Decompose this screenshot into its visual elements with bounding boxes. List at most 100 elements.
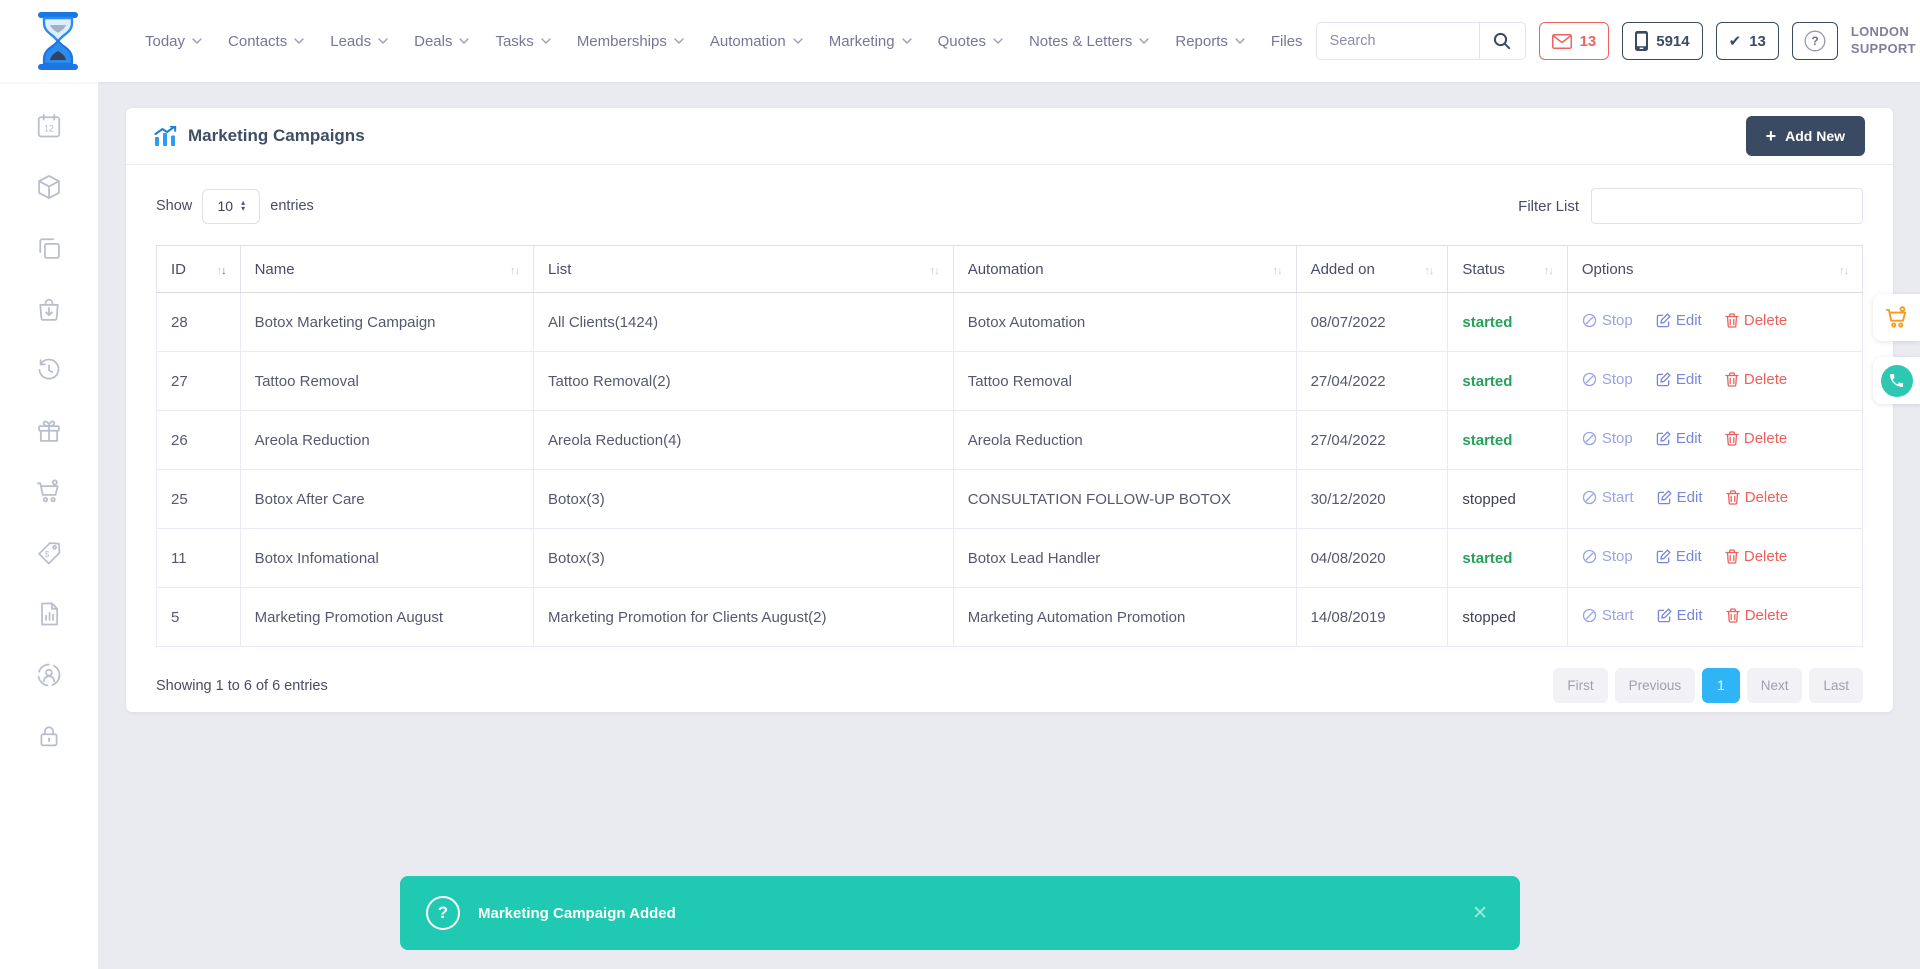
pagination-previous-button[interactable]: Previous <box>1615 668 1696 703</box>
cell-id: 26 <box>157 411 241 470</box>
table-row: 25 Botox After Care Botox(3) CONSULTATIO… <box>157 470 1863 529</box>
pagination-page-1-button[interactable]: 1 <box>1702 668 1740 703</box>
edit-icon <box>1656 372 1671 387</box>
cart-quick-access-button[interactable] <box>1873 294 1920 341</box>
stop-start-button[interactable]: Stop <box>1582 371 1633 388</box>
add-new-button[interactable]: + Add New <box>1746 116 1865 156</box>
sidebar-item-history[interactable] <box>35 356 63 384</box>
edit-button[interactable]: Edit <box>1657 607 1703 624</box>
sidebar-item-reports[interactable] <box>35 600 63 628</box>
cell-automation: CONSULTATION FOLLOW-UP BOTOX <box>953 470 1296 529</box>
nav-item-today[interactable]: Today <box>132 33 215 50</box>
close-icon[interactable]: ✕ <box>1466 901 1494 926</box>
cube-icon <box>35 173 63 201</box>
help-circle-icon: ? <box>1804 30 1826 52</box>
nav-item-reports[interactable]: Reports <box>1162 33 1258 50</box>
nav-item-leads[interactable]: Leads <box>317 33 401 50</box>
cell-id: 5 <box>157 588 241 647</box>
nav-item-memberships[interactable]: Memberships <box>564 33 697 50</box>
stop-start-button[interactable]: Stop <box>1582 312 1633 329</box>
sidebar-item-pricing[interactable]: $ <box>35 539 63 567</box>
trash-icon <box>1725 431 1739 446</box>
show-label: Show <box>156 198 192 214</box>
main-content: Marketing Campaigns + Add New Show 10 ▴▾… <box>98 82 1920 969</box>
filter-list-label: Filter List <box>1518 198 1579 215</box>
cell-name: Areola Reduction <box>240 411 533 470</box>
phone-quick-access-button[interactable] <box>1873 357 1920 404</box>
sidebar-item-orders[interactable] <box>35 295 63 323</box>
delete-button[interactable]: Delete <box>1725 371 1787 388</box>
cell-status: started <box>1448 293 1567 352</box>
cell-status: stopped <box>1448 470 1567 529</box>
shopping-bag-icon <box>35 295 63 323</box>
column-header-id[interactable]: ID↑↓ <box>157 246 241 293</box>
column-header-list[interactable]: List↑↓ <box>534 246 954 293</box>
support-account-icon <box>35 661 63 689</box>
edit-button[interactable]: Edit <box>1656 548 1702 565</box>
delete-button[interactable]: Delete <box>1726 489 1788 506</box>
nav-item-contacts[interactable]: Contacts <box>215 33 317 50</box>
filter-list-input[interactable] <box>1591 188 1863 224</box>
nav-item-quotes[interactable]: Quotes <box>925 33 1016 50</box>
sidebar-item-security[interactable] <box>35 722 63 750</box>
nav-item-tasks[interactable]: Tasks <box>482 33 563 50</box>
chevron-down-icon <box>192 38 202 44</box>
sort-icon: ↑↓ <box>510 265 519 277</box>
nav-item-marketing[interactable]: Marketing <box>816 33 925 50</box>
phone-calls-badge[interactable]: 5914 <box>1622 22 1702 60</box>
stop-start-button[interactable]: Start <box>1582 489 1634 506</box>
sidebar-item-pages[interactable] <box>35 234 63 262</box>
chevron-down-icon <box>294 38 304 44</box>
nav-item-automation[interactable]: Automation <box>697 33 816 50</box>
column-header-name[interactable]: Name↑↓ <box>240 246 533 293</box>
chevron-down-icon <box>1139 38 1149 44</box>
nav-item-deals[interactable]: Deals <box>401 33 482 50</box>
delete-button[interactable]: Delete <box>1725 430 1787 447</box>
stop-start-button[interactable]: Start <box>1582 607 1634 624</box>
sidebar-item-rewards[interactable] <box>35 417 63 445</box>
sidebar-item-products[interactable] <box>35 173 63 201</box>
search-button[interactable] <box>1479 23 1525 59</box>
column-header-automation[interactable]: Automation↑↓ <box>953 246 1296 293</box>
edit-button[interactable]: Edit <box>1656 371 1702 388</box>
column-header-status[interactable]: Status↑↓ <box>1448 246 1567 293</box>
table-row: 26 Areola Reduction Areola Reduction(4) … <box>157 411 1863 470</box>
ban-icon <box>1582 608 1597 623</box>
stop-start-button[interactable]: Stop <box>1582 430 1633 447</box>
delete-button[interactable]: Delete <box>1725 548 1787 565</box>
sidebar-item-shop[interactable] <box>35 478 63 506</box>
delete-button[interactable]: Delete <box>1725 312 1787 329</box>
nav-item-notes-letters[interactable]: Notes & Letters <box>1016 33 1162 50</box>
pagination-first-button[interactable]: First <box>1553 668 1607 703</box>
search-input[interactable] <box>1317 23 1479 59</box>
delete-button[interactable]: Delete <box>1726 607 1788 624</box>
help-badge[interactable]: ? <box>1792 22 1838 60</box>
pagination-last-button[interactable]: Last <box>1809 668 1863 703</box>
app-logo-hourglass-icon[interactable] <box>30 10 86 72</box>
status-badge: started <box>1462 550 1512 567</box>
cell-status: stopped <box>1448 588 1567 647</box>
page-title: Marketing Campaigns <box>154 126 365 146</box>
copy-icon <box>35 234 63 262</box>
cell-name: Botox Infomational <box>240 529 533 588</box>
table-header-row: ID↑↓ Name↑↓ List↑↓ Automation↑↓ Added on… <box>157 246 1863 293</box>
table-row: 5 Marketing Promotion August Marketing P… <box>157 588 1863 647</box>
stop-start-button[interactable]: Stop <box>1582 548 1633 565</box>
sidebar-item-support[interactable] <box>35 661 63 689</box>
sidebar-item-calendar[interactable]: 12 <box>35 112 63 140</box>
plus-icon: + <box>1766 127 1777 145</box>
edit-button[interactable]: Edit <box>1656 312 1702 329</box>
edit-button[interactable]: Edit <box>1657 489 1703 506</box>
sort-icon: ↑↓ <box>1424 265 1433 277</box>
column-header-added-on[interactable]: Added on↑↓ <box>1296 246 1448 293</box>
nav-item-files[interactable]: Files <box>1258 33 1316 50</box>
tasks-done-badge[interactable]: ✔ 13 <box>1716 22 1779 60</box>
entries-per-page-select[interactable]: 10 ▴▾ <box>202 189 260 224</box>
pagination-next-button[interactable]: Next <box>1747 668 1803 703</box>
status-badge: started <box>1462 373 1512 390</box>
edit-button[interactable]: Edit <box>1656 430 1702 447</box>
sort-icon: ↑↓ <box>217 265 226 277</box>
mail-notifications-badge[interactable]: 13 <box>1539 22 1610 60</box>
task-count: 13 <box>1749 33 1766 50</box>
column-header-options[interactable]: Options↑↓ <box>1567 246 1862 293</box>
